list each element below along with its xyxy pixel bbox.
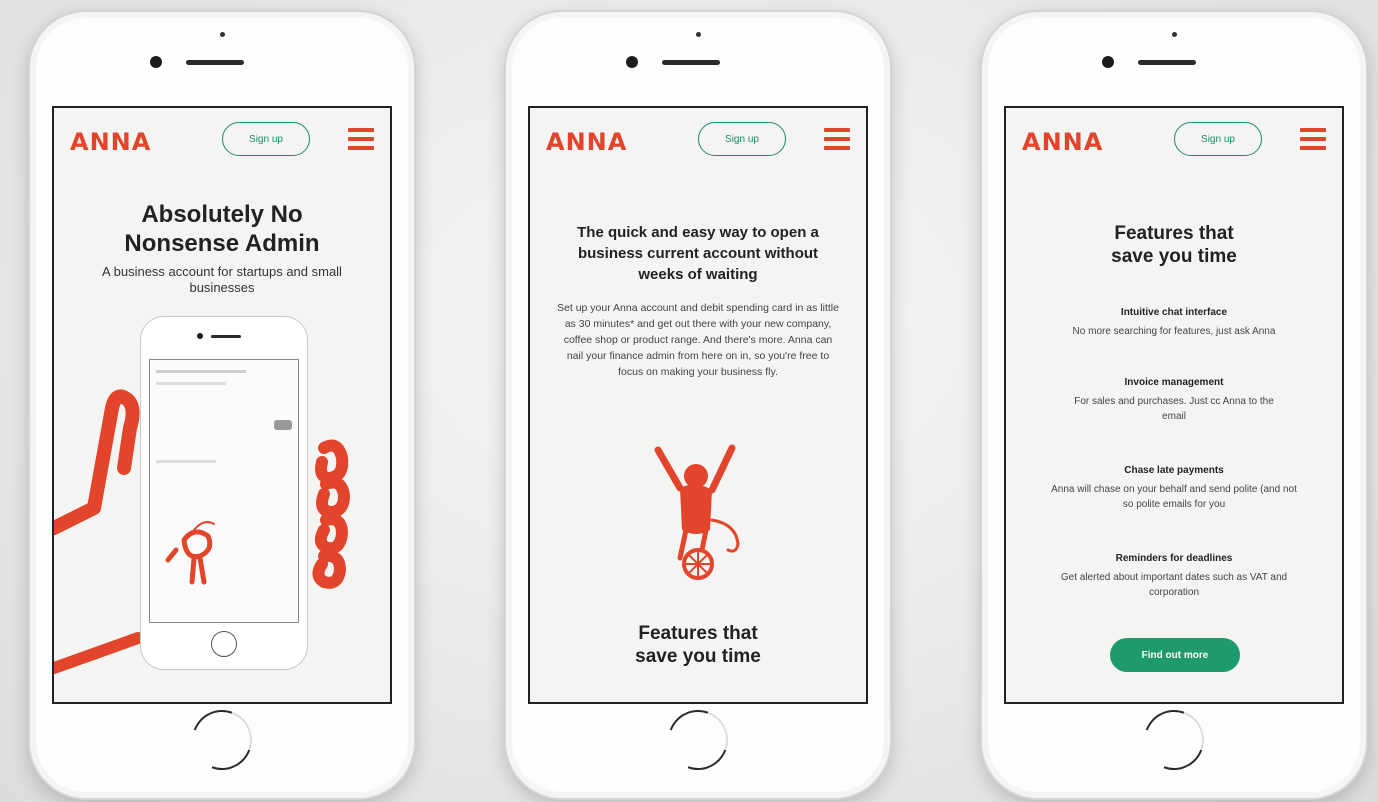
sensor-dot bbox=[1172, 32, 1177, 37]
features-heading: Features that save you time bbox=[1111, 223, 1237, 267]
feature-title: Invoice management bbox=[1124, 377, 1224, 388]
find-out-more-button[interactable]: Find out more bbox=[1110, 638, 1240, 672]
feature-description: For sales and purchases. Just cc Anna to… bbox=[1074, 396, 1274, 422]
bird-illustration bbox=[165, 521, 215, 585]
earpiece-speaker bbox=[662, 60, 720, 65]
front-camera bbox=[626, 56, 638, 68]
illustrated-speaker bbox=[211, 335, 241, 338]
feature-title: Reminders for deadlines bbox=[1115, 553, 1233, 564]
chat-line bbox=[156, 370, 246, 373]
illustrated-home-button bbox=[211, 631, 237, 657]
signup-button[interactable]: Sign up bbox=[698, 122, 786, 156]
screen-about: ANNA Sign up The quick and easy way to o… bbox=[528, 106, 868, 704]
screen-features: ANNA Sign up Features that save you time… bbox=[1004, 106, 1344, 704]
home-button[interactable] bbox=[658, 700, 738, 780]
illustrated-camera bbox=[197, 333, 203, 339]
feature-item: Chase late payments Anna will chase on y… bbox=[1016, 464, 1332, 512]
header: ANNA Sign up bbox=[546, 122, 850, 162]
illustrated-chat-screen bbox=[149, 359, 299, 623]
front-camera bbox=[1102, 56, 1114, 68]
chat-line bbox=[156, 460, 216, 463]
feature-description: No more searching for features, just ask… bbox=[1072, 326, 1276, 337]
feature-title: Intuitive chat interface bbox=[1120, 307, 1228, 318]
feature-description: Get alerted about important dates such a… bbox=[1060, 572, 1288, 598]
feature-description: Anna will chase on your behalf and send … bbox=[1051, 484, 1297, 510]
chat-bubble bbox=[274, 420, 292, 430]
feature-title: Chase late payments bbox=[1124, 465, 1224, 476]
phone-mockup-3: ANNA Sign up Features that save you time… bbox=[980, 10, 1368, 800]
home-button[interactable] bbox=[182, 700, 262, 780]
illustrated-phone bbox=[140, 316, 308, 670]
menu-icon[interactable] bbox=[1300, 128, 1326, 150]
earpiece-speaker bbox=[1138, 60, 1196, 65]
intro-paragraph: Set up your Anna account and debit spend… bbox=[557, 302, 839, 378]
features-heading: Features that save you time bbox=[635, 623, 761, 667]
phone-mockup-1: ANNA Sign up Absolutely No Nonsense Admi… bbox=[28, 10, 416, 800]
anna-logo[interactable]: ANNA bbox=[546, 128, 627, 156]
screen-home: ANNA Sign up Absolutely No Nonsense Admi… bbox=[52, 106, 392, 704]
intro-headline: The quick and easy way to open a busines… bbox=[577, 224, 819, 283]
monkey-illustration bbox=[654, 444, 740, 580]
sensor-dot bbox=[696, 32, 701, 37]
front-camera bbox=[150, 56, 162, 68]
earpiece-speaker bbox=[186, 60, 244, 65]
menu-icon[interactable] bbox=[824, 128, 850, 150]
feature-item: Invoice management For sales and purchas… bbox=[1016, 376, 1332, 424]
phone-mockup-2: ANNA Sign up The quick and easy way to o… bbox=[504, 10, 892, 800]
anna-logo[interactable]: ANNA bbox=[1022, 128, 1103, 156]
home-button[interactable] bbox=[1134, 700, 1214, 780]
chat-line bbox=[156, 382, 226, 385]
signup-button[interactable]: Sign up bbox=[1174, 122, 1262, 156]
header: ANNA Sign up bbox=[1022, 122, 1326, 162]
feature-item: Reminders for deadlines Get alerted abou… bbox=[1016, 552, 1332, 600]
feature-item: Intuitive chat interface No more searchi… bbox=[1016, 306, 1332, 339]
sensor-dot bbox=[220, 32, 225, 37]
